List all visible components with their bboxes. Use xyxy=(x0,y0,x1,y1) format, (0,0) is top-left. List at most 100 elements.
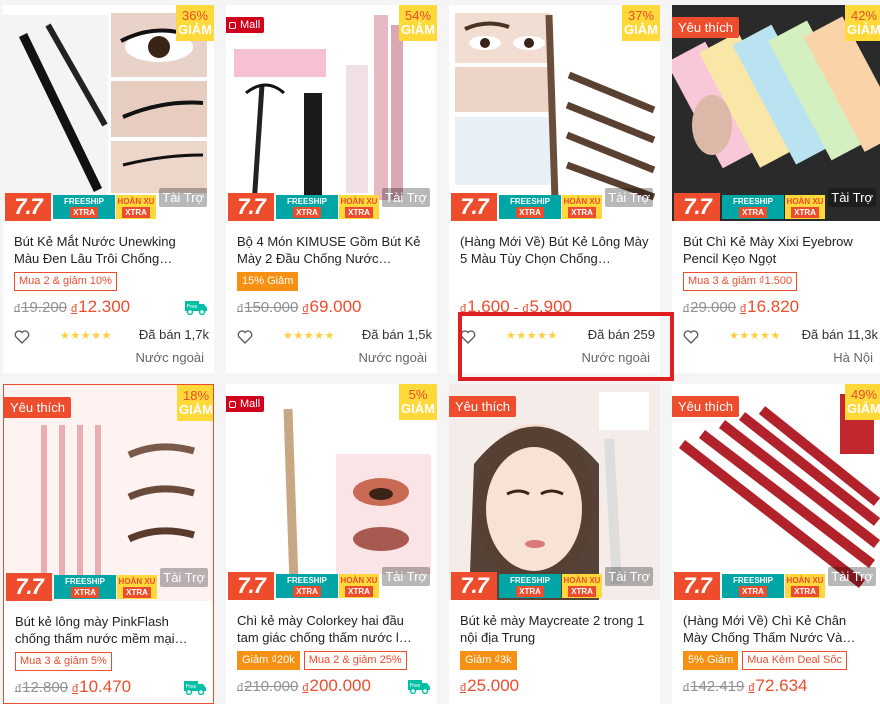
rating-row: ★★★★★ Đã bán 11,3k xyxy=(683,327,878,347)
price-row: đ29.000 đ16.820 xyxy=(683,297,878,321)
promo-chips: Mua 2 & giảm 10% xyxy=(14,271,121,291)
free-shipping-icon: Free xyxy=(408,680,430,694)
sale-7-7-badge: 7.7 xyxy=(674,193,720,221)
product-name[interactable]: Bút Kẻ Mắt Nước Unewking Màu Đen Lâu Trô… xyxy=(14,233,204,267)
hoan-xu-xtra-badge: HOÀN XU XTRA xyxy=(339,195,379,219)
current-price: đ25.000 xyxy=(460,676,520,695)
product-name[interactable]: (Hàng Mới Về) Chì Kẻ Chân Mày Chống Thấm… xyxy=(683,612,873,646)
price-row: đ150.000 đ69.000 xyxy=(237,297,432,321)
discount-label: GIẢM xyxy=(179,402,213,417)
product-image[interactable]: Yêu thích 49% GIẢM Tài Trợ 7.7 FREESHIP X… xyxy=(672,384,880,600)
product-image[interactable]: 37% GIẢM Tài Trợ 7.7 FREESHIP XTRA HOÀN X… xyxy=(449,5,660,221)
discount-percent: 49% xyxy=(850,387,878,402)
discount-badge: 18% GIẢM xyxy=(177,385,213,421)
promo-chip: Giảm ₫20k xyxy=(237,651,300,670)
product-name[interactable]: Bút kẻ lông mày PinkFlash chống thấm nướ… xyxy=(15,613,205,647)
discount-badge: 42% GIẢM xyxy=(845,5,880,41)
star-rating: ★★★★★ xyxy=(283,330,335,342)
discount-label: GIẢM xyxy=(401,401,435,416)
sale-7-7-badge: 7.7 xyxy=(451,193,497,221)
price-row: đ12.800 đ10.470 xyxy=(15,677,210,701)
price-row: đ19.200 đ12.300 xyxy=(14,297,209,321)
sale-7-7-badge: 7.7 xyxy=(228,572,274,600)
svg-text:Free: Free xyxy=(187,304,198,310)
promo-chips: 5% Giảm Mua Kèm Deal Sốc xyxy=(683,650,851,670)
product-image[interactable]: Yêu thích 18% GIẢM Tài Trợ 7.7 FREESHIP X… xyxy=(4,385,213,601)
rating-row: ★★★★★ Đã bán 1,7k xyxy=(14,327,209,347)
heart-icon[interactable] xyxy=(237,329,253,345)
promo-chips: 15% Giảm xyxy=(237,271,302,291)
price-row: đ210.000 đ200.000 xyxy=(237,676,432,700)
discount-percent: 36% xyxy=(181,8,209,23)
hoan-xu-xtra-badge: HOÀN XU XTRA xyxy=(562,574,602,598)
hoan-xu-xtra-badge: HOÀN XU XTRA xyxy=(116,195,156,219)
freeship-xtra-badge: FREESHIP XTRA xyxy=(276,195,338,219)
hoan-xu-xtra-badge: HOÀN XU XTRA xyxy=(339,574,379,598)
product-name[interactable]: Bút Chì Kẻ Mày Xixi Eyebrow Pencil Kẹo N… xyxy=(683,233,873,267)
original-price: đ12.800 xyxy=(15,679,69,696)
sale-7-7-badge: 7.7 xyxy=(228,193,274,221)
discount-label: GIẢM xyxy=(178,22,212,37)
product-name[interactable]: Chì kẻ mày Colorkey hai đầu tam giác chố… xyxy=(237,612,427,646)
freeship-xtra-badge: FREESHIP XTRA xyxy=(722,574,784,598)
hoan-xu-xtra-badge: HOÀN XU XTRA xyxy=(117,575,157,599)
free-shipping-icon: Free xyxy=(185,301,207,315)
svg-text:Free: Free xyxy=(186,684,197,690)
discount-label: GIẢM xyxy=(401,22,435,37)
original-price: đ150.000 xyxy=(237,299,299,316)
freeship-xtra-badge: FREESHIP XTRA xyxy=(499,574,561,598)
product-image[interactable]: Yêu thích Tài Trợ 7.7 FREESHIP XTRA HOÀN … xyxy=(449,384,660,600)
product-image[interactable]: 36% GIẢM Tài Trợ 7.7 FREESHIP XTRA HOÀN X… xyxy=(3,5,214,221)
product-card[interactable]: Yêu thích Tài Trợ 7.7 FREESHIP XTRA HOÀN … xyxy=(449,384,660,704)
shop-location: Nước ngoài xyxy=(135,350,204,365)
promo-strip: 7.7 FREESHIP XTRA HOÀN XU XTRA xyxy=(449,193,660,221)
promo-chip: Mua Kèm Deal Sốc xyxy=(742,651,848,670)
product-name[interactable]: Bộ 4 Món KIMUSE Gồm Bút Kẻ Mày 2 Đầu Chố… xyxy=(237,233,427,267)
discount-label: GIẢM xyxy=(847,22,880,37)
product-image[interactable]: Yêu thích 42% GIẢM Tài Trợ 7.7 FREESHIP X… xyxy=(672,5,880,221)
current-price: đ10.470 xyxy=(72,677,132,696)
heart-icon[interactable] xyxy=(683,329,699,345)
original-price: đ142.419 xyxy=(683,678,745,695)
current-price: đ69.000 xyxy=(302,297,362,316)
discount-badge: 5% GIẢM xyxy=(399,384,437,420)
star-rating: ★★★★★ xyxy=(729,330,781,342)
freeship-xtra-badge: FREESHIP XTRA xyxy=(276,574,338,598)
current-price: đ12.300 xyxy=(71,297,131,316)
heart-icon[interactable] xyxy=(14,329,30,345)
product-card[interactable]: Yêu thích 42% GIẢM Tài Trợ 7.7 FREESHIP X… xyxy=(672,5,880,373)
sold-count: Đã bán 11,3k xyxy=(801,327,878,342)
product-name[interactable]: (Hàng Mới Về) Bút Kẻ Lông Mày 5 Màu Tùy … xyxy=(460,233,650,267)
discount-percent: 42% xyxy=(850,8,878,23)
favorite-badge: Yêu thích xyxy=(4,397,71,418)
promo-chips: Giảm ₫3k xyxy=(460,650,521,670)
freeship-xtra-badge: FREESHIP XTRA xyxy=(54,575,116,599)
discount-label: GIẢM xyxy=(847,401,880,416)
promo-chip: Mua 2 & giảm 25% xyxy=(303,651,407,670)
sale-7-7-badge: 7.7 xyxy=(5,193,51,221)
product-card[interactable]: Mall 54% GIẢM Tài Trợ 7.7 FREESHIP XTRA H… xyxy=(226,5,437,373)
price-row: đ25.000 xyxy=(460,676,655,700)
favorite-badge: Yêu thích xyxy=(449,396,516,417)
promo-strip: 7.7 FREESHIP XTRA HOÀN XU XTRA xyxy=(672,193,880,221)
highlight-box xyxy=(458,312,674,381)
mall-badge: Mall xyxy=(226,396,265,412)
sale-7-7-badge: 7.7 xyxy=(6,573,52,601)
product-card[interactable]: Mall 5% GIẢM Tài Trợ 7.7 FREESHIP XTRA HO… xyxy=(226,384,437,704)
promo-chip: Mua 3 & giảm ₫1.500 xyxy=(683,272,798,291)
product-image[interactable]: Mall 54% GIẢM Tài Trợ 7.7 FREESHIP XTRA H… xyxy=(226,5,437,221)
shop-location: Hà Nội xyxy=(833,350,873,365)
product-name[interactable]: Bút kẻ mày Maycreate 2 trong 1 nội địa T… xyxy=(460,612,650,646)
product-card[interactable]: Yêu thích 49% GIẢM Tài Trợ 7.7 FREESHIP X… xyxy=(672,384,880,704)
original-price: đ210.000 xyxy=(237,678,299,695)
discount-percent: 54% xyxy=(404,8,432,23)
product-card[interactable]: Yêu thích 18% GIẢM Tài Trợ 7.7 FREESHIP X… xyxy=(3,384,214,704)
promo-chip: Mua 3 & giảm 5% xyxy=(15,652,112,671)
product-image[interactable]: Mall 5% GIẢM Tài Trợ 7.7 FREESHIP XTRA HO… xyxy=(226,384,437,600)
discount-percent: 18% xyxy=(182,388,210,403)
promo-chip: Giảm ₫3k xyxy=(460,651,517,670)
discount-percent: 37% xyxy=(627,8,655,23)
product-card[interactable]: 36% GIẢM Tài Trợ 7.7 FREESHIP XTRA HOÀN X… xyxy=(3,5,214,373)
discount-percent: 5% xyxy=(408,387,428,402)
freeship-xtra-badge: FREESHIP XTRA xyxy=(53,195,115,219)
